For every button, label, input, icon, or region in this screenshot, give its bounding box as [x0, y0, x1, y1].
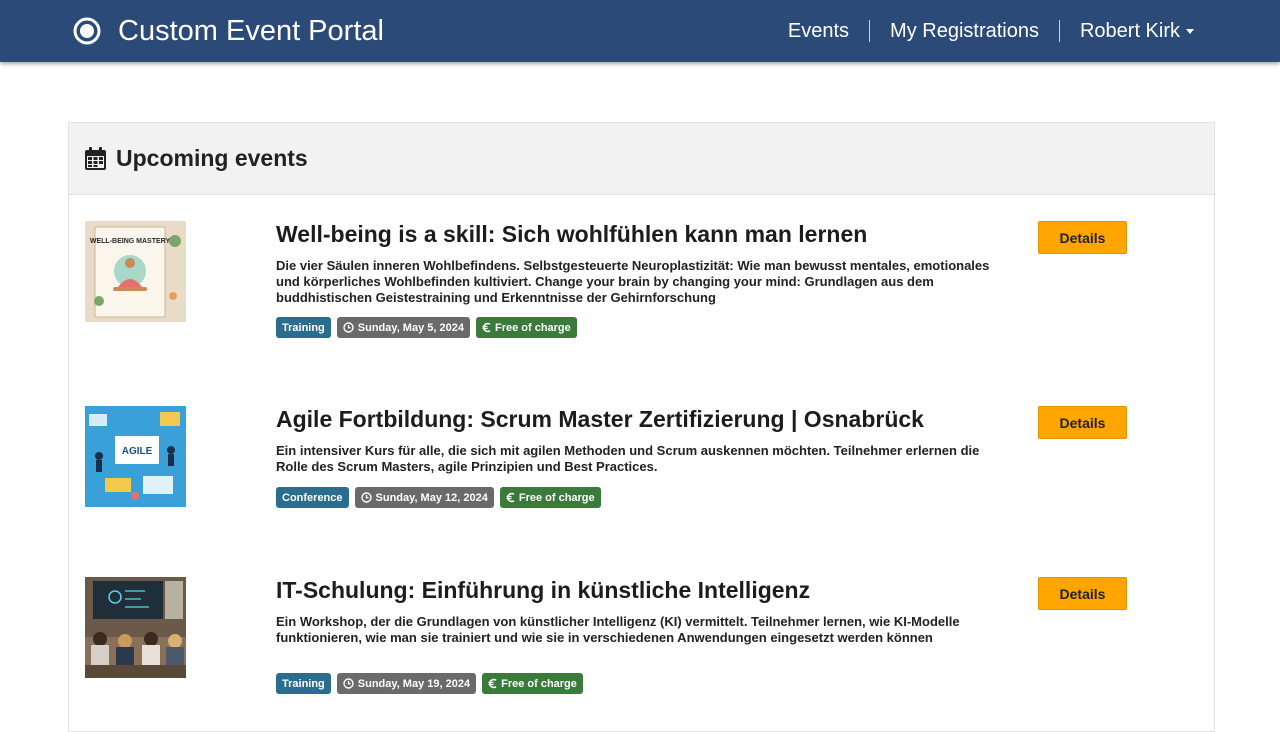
event-date-badge: Sunday, May 5, 2024: [336, 317, 470, 338]
clock-icon: [360, 492, 372, 503]
details-button[interactable]: Details: [1038, 406, 1127, 439]
user-name: Robert Kirk: [1079, 19, 1180, 42]
brand-logo-icon: [72, 16, 102, 46]
caret-down-icon: [1186, 28, 1194, 34]
event-date: Sunday, May 19, 2024: [357, 677, 471, 690]
event-price-badge: Free of charge: [499, 487, 601, 508]
euro-icon: [482, 322, 491, 333]
details-button[interactable]: Details: [1038, 577, 1127, 610]
event-badges: Training Sunday, May 5, 2024 Free of cha…: [276, 317, 583, 338]
event-date: Sunday, May 5, 2024: [357, 321, 464, 334]
event-price: Free of charge: [501, 677, 577, 690]
panel-heading: Upcoming events: [69, 123, 1214, 195]
event-title[interactable]: Agile Fortbildung: Scrum Master Zertifiz…: [276, 406, 924, 433]
event-price-badge: Free of charge: [482, 673, 583, 694]
nav-events-link[interactable]: Events: [768, 20, 869, 43]
euro-icon: [488, 678, 497, 689]
app-title: Custom Event Portal: [118, 14, 384, 47]
navbar: Custom Event Portal Events My Registrati…: [0, 0, 1280, 62]
event-price: Free of charge: [494, 321, 571, 334]
thumb-label: WELL-BEING MASTERY: [90, 238, 171, 245]
event-type-badge: Training: [276, 673, 331, 694]
thumb-label: AGILE: [122, 446, 153, 457]
clock-icon: [343, 678, 354, 689]
details-button[interactable]: Details: [1038, 221, 1127, 254]
event-price-badge: Free of charge: [475, 317, 577, 338]
calendar-icon: [85, 147, 106, 170]
event-thumbnail[interactable]: AGILE: [85, 406, 186, 507]
event-price: Free of charge: [518, 491, 595, 504]
nav-my-registrations-link[interactable]: My Registrations: [870, 20, 1059, 43]
nav-links: Events My Registrations Robert Kirk: [768, 14, 1214, 48]
brand[interactable]: Custom Event Portal: [72, 12, 384, 50]
event-date-badge: Sunday, May 19, 2024: [336, 673, 477, 694]
upcoming-events-panel: Upcoming events WELL-BEING MASTERY Well-…: [68, 122, 1215, 732]
panel-title: Upcoming events: [116, 145, 308, 171]
event-description: Die vier Säulen inneren Wohlbefindens. S…: [276, 258, 990, 305]
event-badges: Conference Sunday, May 12, 2024 Free of …: [276, 487, 607, 508]
event-thumbnail[interactable]: WELL-BEING MASTERY: [85, 221, 186, 322]
event-title[interactable]: IT-Schulung: Einführung in künstliche In…: [276, 577, 810, 604]
event-type-badge: Training: [276, 317, 331, 338]
event-date-badge: Sunday, May 12, 2024: [354, 487, 494, 508]
event-type-badge: Conference: [276, 487, 349, 508]
event-item: WELL-BEING MASTERY Well-being is a skill…: [85, 221, 1205, 341]
event-date: Sunday, May 12, 2024: [375, 491, 488, 504]
user-menu-toggle[interactable]: Robert Kirk: [1060, 20, 1214, 43]
clock-icon: [343, 322, 354, 333]
event-thumbnail[interactable]: [85, 577, 186, 678]
euro-icon: [506, 492, 515, 503]
event-item: IT-Schulung: Einführung in künstliche In…: [85, 577, 1205, 697]
event-item: AGILE Agile Fortbildung: Scrum Master Ze…: [85, 406, 1205, 511]
event-badges: Training Sunday, May 19, 2024 Free of ch…: [276, 673, 589, 694]
event-title[interactable]: Well-being is a skill: Sich wohlfühlen k…: [276, 221, 867, 248]
event-description: Ein Workshop, der die Grundlagen von kün…: [276, 614, 960, 645]
event-description: Ein intensiver Kurs für alle, die sich m…: [276, 443, 980, 474]
